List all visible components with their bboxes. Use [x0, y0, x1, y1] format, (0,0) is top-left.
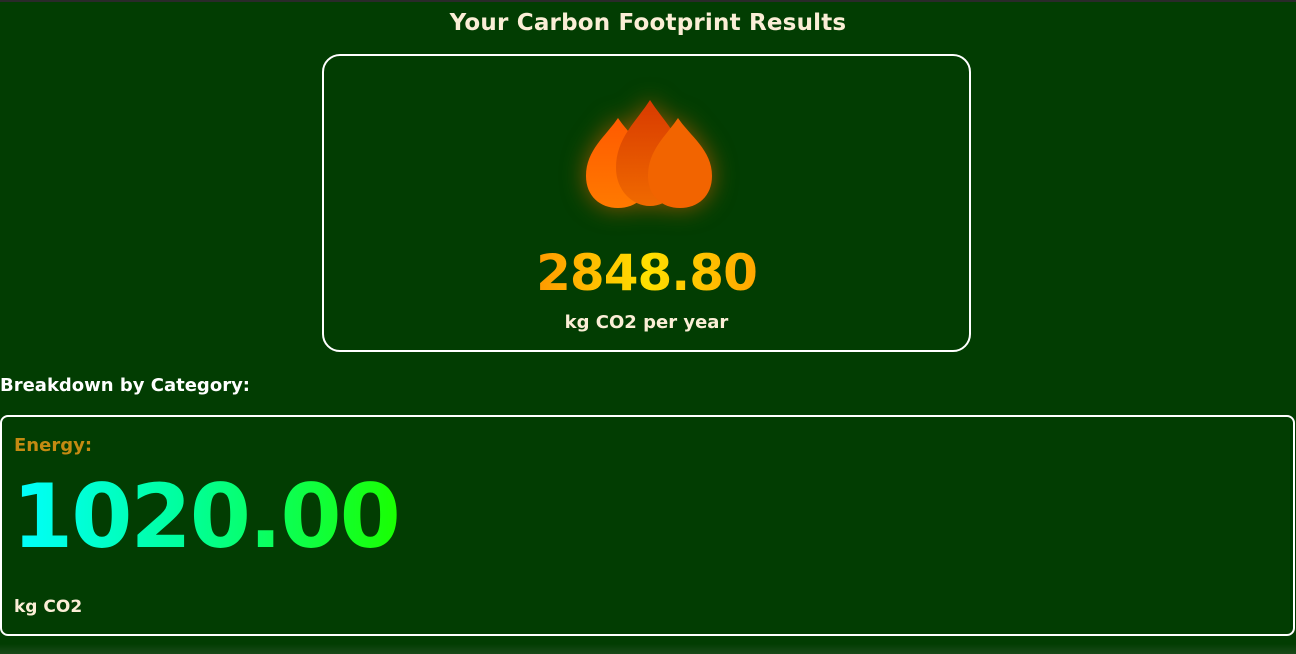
flame-icon	[586, 100, 712, 208]
total-footprint-unit: kg CO2 per year	[564, 312, 729, 333]
category-card-energy: Energy: 1020.00 kg CO2	[0, 415, 1295, 636]
category-unit: kg CO2	[14, 597, 83, 617]
total-footprint-value: 2848.80	[324, 244, 969, 302]
breakdown-heading: Breakdown by Category:	[0, 375, 250, 396]
category-name: Energy:	[14, 435, 93, 456]
page-title: Your Carbon Footprint Results	[449, 10, 847, 36]
bottom-edge	[0, 644, 1296, 654]
window-top-edge	[0, 0, 1296, 2]
category-value: 1020.00	[12, 465, 401, 568]
total-footprint-card: 2848.80 kg CO2 per year	[322, 54, 971, 352]
